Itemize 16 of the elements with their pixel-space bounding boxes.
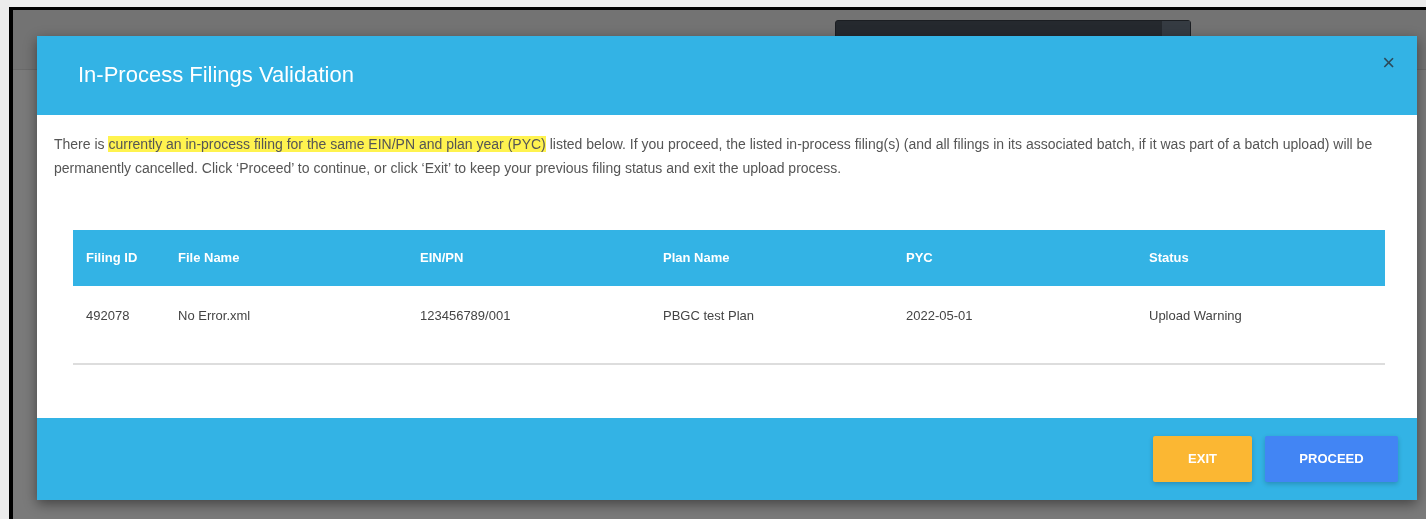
table-cell: No Error.xml — [178, 308, 251, 324]
table-cell: PBGC test Plan — [663, 308, 755, 324]
table-cell: 492078 — [86, 308, 130, 324]
column-header: EIN/PN — [419, 249, 465, 268]
column-header: File Name — [177, 249, 241, 268]
column-header: Plan Name — [662, 249, 731, 268]
table-cell: 123456789/001 — [420, 308, 511, 324]
column-header: Status — [1148, 249, 1190, 268]
close-button[interactable]: × — [1382, 52, 1395, 74]
table-cell: 2022-05-01 — [906, 308, 973, 324]
table-cell: Upload Warning — [1149, 308, 1242, 324]
column-header: Filing ID — [85, 249, 139, 268]
column-header: PYC — [905, 249, 934, 268]
modal-title: In-Process Filings Validation — [78, 62, 354, 89]
proceed-button[interactable]: PROCEED — [1265, 436, 1398, 482]
message-text: There is currently an in-process filing for the same EIN/PN and plan year (PYC) listed below. If you proceed, the listed in-process filing(s) (and all filings in its associated batch, if it was part of a batch upload) will be permanently cancelled. Click ‘Proceed’ to continue, or click ‘Exit’ to keep your previous filing status and exit the upload process. — [54, 135, 1374, 178]
